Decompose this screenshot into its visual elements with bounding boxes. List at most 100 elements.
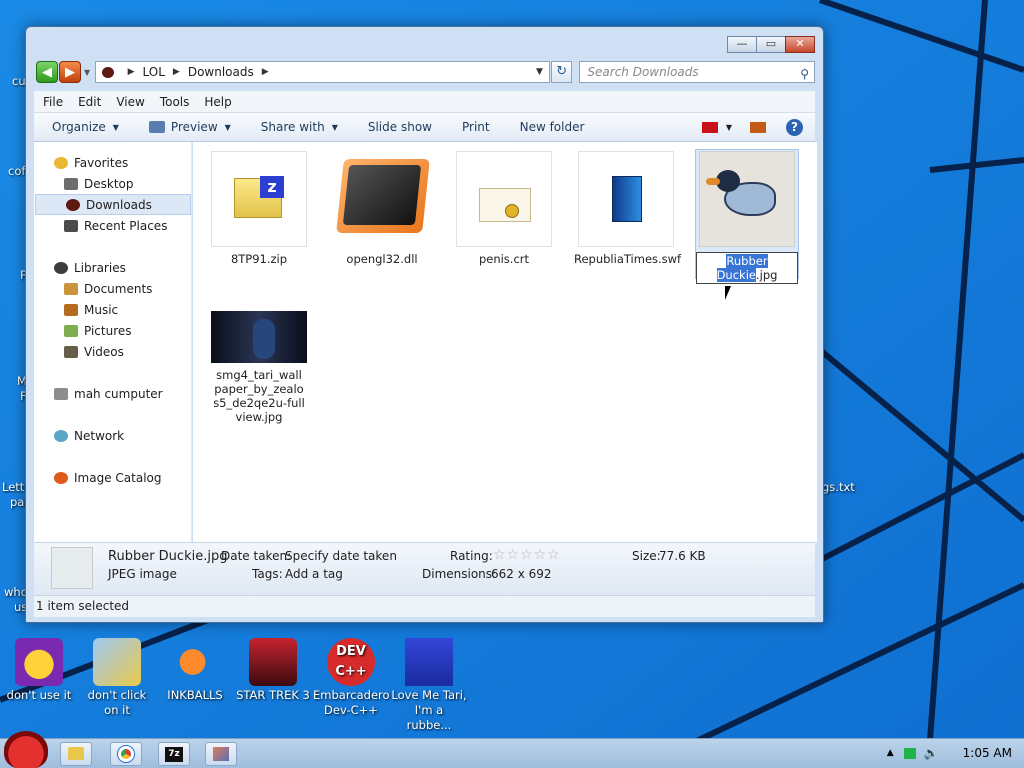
desktop-icon-label[interactable]: cu [12, 74, 26, 88]
menu-view[interactable]: View [116, 95, 144, 109]
help-icon[interactable]: ? [786, 119, 803, 136]
file-item[interactable]: RepubliaTimes.swf [574, 151, 681, 266]
navigation-pane: Favorites Desktop Downloads Recent Place… [34, 142, 192, 542]
clock[interactable]: 1:05 AM [963, 746, 1012, 760]
maximize-button[interactable]: ▭ [757, 36, 785, 53]
rating-stars[interactable]: ☆☆☆☆☆ [493, 547, 561, 563]
breadcrumb-downloads[interactable]: Downloads [188, 65, 254, 79]
desktop-icon-label: Love Me Tari, I'm a rubbe... [391, 688, 467, 732]
nav-pictures[interactable]: Pictures [34, 320, 191, 341]
chevron-up-icon[interactable]: ▲ [887, 748, 894, 758]
refresh-button[interactable]: ↻ [550, 61, 573, 83]
desktop-icon-devcpp[interactable]: DEV C++ Embarcadero Dev-C++ [313, 638, 390, 718]
pictures-icon [64, 324, 78, 337]
nav-favorites[interactable]: Favorites [34, 152, 191, 173]
menu-edit[interactable]: Edit [78, 95, 101, 109]
menu-help[interactable]: Help [204, 95, 231, 109]
nav-desktop[interactable]: Desktop [34, 173, 191, 194]
chevron-right-icon[interactable]: ▶ [128, 67, 135, 77]
search-input[interactable]: Search Downloads ⚲ [579, 61, 815, 83]
duck-image-thumbnail [699, 151, 795, 247]
nav-downloads[interactable]: Downloads [35, 194, 191, 215]
mouse-cursor [725, 286, 731, 300]
yahoo-icon [15, 638, 63, 686]
organize-button[interactable]: Organize ▼ [52, 120, 119, 134]
desktop-icon-rubber[interactable]: Love Me Tari, I'm a rubbe... [391, 638, 467, 733]
nav-computer[interactable]: mah cumputer [34, 383, 191, 404]
history-dropdown[interactable]: ▼ [84, 68, 90, 77]
start-button-bird-icon[interactable] [4, 731, 48, 768]
menu-tools[interactable]: Tools [160, 95, 190, 109]
menu-file[interactable]: File [43, 95, 63, 109]
documents-icon [64, 282, 78, 295]
file-item[interactable]: z 8TP91.zip [207, 151, 311, 266]
preview-label: Preview [170, 120, 218, 134]
file-item[interactable]: penis.crt [452, 151, 556, 266]
breadcrumb-lol[interactable]: LOL [143, 65, 165, 79]
status-text: 1 item selected [36, 599, 130, 613]
taskbar-app-button[interactable] [205, 742, 237, 766]
downloads-icon [66, 198, 80, 211]
nav-network[interactable]: Network [34, 425, 191, 446]
details-dimensions-value: 662 x 692 [491, 567, 552, 581]
image-thumbnail [211, 311, 307, 363]
view-icon[interactable] [701, 122, 718, 133]
ball-icon [171, 638, 219, 686]
print-button[interactable]: Print [462, 120, 490, 134]
file-item[interactable]: opengl32.dll [330, 151, 434, 266]
nav-label: mah cumputer [74, 386, 163, 401]
taskbar-chrome-button[interactable] [110, 742, 142, 766]
command-bar: Organize ▼ Preview ▼ Share with ▼ Slide sho… [34, 113, 815, 142]
details-size-label: Size: [632, 549, 661, 563]
chevron-down-icon: ▼ [112, 122, 119, 132]
nav-documents[interactable]: Documents [34, 278, 191, 299]
desktop-icon-label: don't use it [6, 688, 72, 702]
nav-music[interactable]: Music [34, 299, 191, 320]
desktop-icon-settings[interactable]: don't click on it [79, 638, 155, 718]
battery-icon[interactable] [903, 747, 916, 759]
nav-libraries[interactable]: Libraries [34, 257, 191, 278]
new-folder-button[interactable]: New folder [520, 120, 585, 134]
preview-button[interactable]: Preview ▼ [148, 120, 231, 134]
dll-file-icon [334, 151, 430, 247]
desktop-icon-label: don't click on it [87, 688, 147, 717]
nav-image-catalog[interactable]: Image Catalog [34, 467, 191, 488]
chevron-down-icon[interactable]: ▼ [536, 67, 543, 77]
menu-bar: File Edit View Tools Help [34, 91, 815, 113]
chevron-down-icon: ▼ [224, 122, 231, 132]
taskbar-7zip-button[interactable]: 7z [158, 742, 190, 766]
rename-extension: .jpg [755, 268, 778, 282]
details-tags-label: Tags: [252, 567, 283, 581]
nav-recent[interactable]: Recent Places [34, 215, 191, 236]
chevron-down-icon[interactable]: ▼ [726, 123, 732, 132]
details-filetype: JPEG image [108, 567, 177, 581]
close-button[interactable]: ✕ [785, 36, 815, 53]
preview-pane-icon[interactable] [750, 122, 766, 133]
details-tags-value[interactable]: Add a tag [285, 567, 343, 581]
nav-videos[interactable]: Videos [34, 341, 191, 362]
forward-button[interactable]: ▶ [59, 61, 81, 83]
chevron-right-icon[interactable]: ▶ [173, 67, 180, 77]
search-icon[interactable]: ⚲ [800, 64, 809, 84]
chrome-icon [118, 746, 134, 762]
file-name: 8TP91.zip [230, 252, 288, 266]
slideshow-button[interactable]: Slide show [368, 120, 432, 134]
back-button[interactable]: ◀ [36, 61, 58, 83]
file-item[interactable]: smg4_tari_wallpaper_by_zealos5_de2qe2u-f… [207, 311, 311, 424]
taskbar-explorer-button[interactable] [60, 742, 92, 766]
desktop-icon-yahoo[interactable]: don't use it [1, 638, 77, 703]
rename-field[interactable]: Rubber Duckie.jpg [696, 252, 798, 284]
chevron-right-icon[interactable]: ▶ [262, 67, 269, 77]
file-item-selected[interactable]: Rubber Duckie.jpg [695, 149, 799, 284]
desktop-icon-label[interactable]: gs.txt [822, 480, 855, 494]
desktop-icon-inkballs[interactable]: INKBALLS [157, 638, 233, 703]
details-date-value[interactable]: Specify date taken [285, 549, 397, 563]
volume-icon[interactable]: 🔈 [924, 746, 939, 760]
minimize-button[interactable]: — [727, 36, 757, 53]
desktop-icon-label[interactable]: cof [8, 164, 25, 178]
desktop-icon-startrek[interactable]: STAR TREK 3 [235, 638, 311, 703]
address-bar[interactable]: ▶ LOL ▶ Downloads ▶ ▼ [94, 61, 550, 83]
share-button[interactable]: Share with ▼ [261, 120, 338, 134]
desktop-icon [64, 177, 78, 190]
nav-label: Favorites [74, 155, 129, 170]
